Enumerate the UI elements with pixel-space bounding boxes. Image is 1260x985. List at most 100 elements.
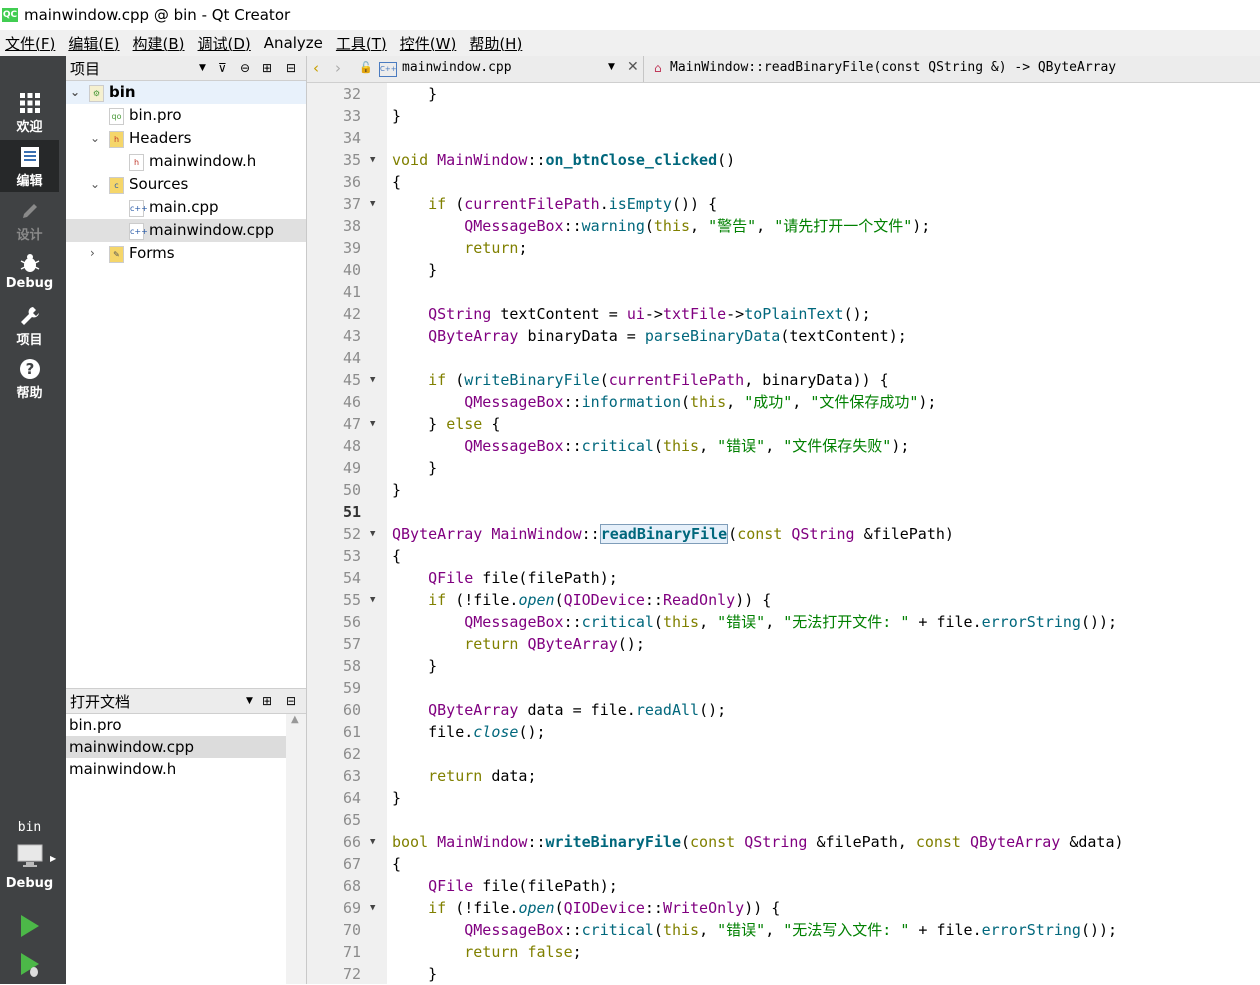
code-line[interactable]: QMessageBox::critical(this, "错误", "无法打开文… [387,611,1260,633]
projects-pane-header: 项目 ▼ ⊽ ⊖ ⊞ ⊟ [66,56,306,81]
fold-marker-icon[interactable]: ▼ [370,523,380,545]
tree-item[interactable]: c++ mainwindow.cpp [66,219,306,242]
code-line[interactable]: return QByteArray(); [387,633,1260,655]
fold-marker-icon[interactable]: ▼ [370,897,380,919]
tree-item[interactable]: h mainwindow.h [66,150,306,173]
file-dropdown-icon[interactable]: ▼ [608,62,615,72]
code-line[interactable]: } [387,963,1260,984]
code-line[interactable]: } [387,259,1260,281]
menu-edit[interactable]: 编辑(E) [63,33,127,54]
code-line[interactable]: return; [387,237,1260,259]
menu-widgets[interactable]: 控件(W) [395,33,465,54]
code-line[interactable]: } [387,479,1260,501]
open-docs-scrollbar[interactable]: ▲ [286,714,306,984]
tree-item[interactable]: c++ main.cpp [66,196,306,219]
code-line[interactable]: QMessageBox::warning(this, "警告", "请先打开一个… [387,215,1260,237]
code-line[interactable]: file.close(); [387,721,1260,743]
open-docs-split-icon[interactable]: ⊞ [262,694,272,708]
fold-marker-icon[interactable]: ▼ [370,369,380,391]
chevron-down-icon[interactable]: ⌄ [90,132,100,144]
tree-item[interactable]: qo bin.pro [66,104,306,127]
menu-tools[interactable]: 工具(T) [331,33,395,54]
link-icon[interactable]: ⊖ [240,61,250,75]
mode-debug[interactable]: Debug [0,246,59,298]
code-line[interactable] [387,809,1260,831]
code-line[interactable] [387,677,1260,699]
code-line[interactable]: QByteArray binaryData = parseBinaryData(… [387,325,1260,347]
open-document-item[interactable]: bin.pro [66,714,286,736]
code-line[interactable] [387,743,1260,765]
code-line[interactable]: QByteArray data = file.readAll(); [387,699,1260,721]
chevron-down-icon[interactable]: ⌄ [90,178,100,190]
code-line[interactable]: { [387,545,1260,567]
scroll-up-icon[interactable]: ▲ [291,714,299,725]
code-line[interactable]: QMessageBox::critical(this, "错误", "无法写入文… [387,919,1260,941]
code-line[interactable]: } [387,457,1260,479]
mode-help[interactable]: ? 帮助 [0,352,59,404]
fold-marker-icon[interactable]: ▼ [370,589,380,611]
code-line[interactable]: void MainWindow::on_btnClose_clicked() [387,149,1260,171]
code-line[interactable]: { [387,853,1260,875]
code-line[interactable]: QMessageBox::critical(this, "错误", "文件保存失… [387,435,1260,457]
code-line[interactable]: if (!file.open(QIODevice::WriteOnly)) { [387,897,1260,919]
mode-design[interactable]: 设计 [0,194,59,246]
open-document-item[interactable]: mainwindow.cpp [66,736,286,758]
mode-edit[interactable]: 编辑 [0,140,59,192]
menu-build[interactable]: 构建(B) [128,33,193,54]
mode-projects[interactable]: 项目 [0,299,59,351]
code-line[interactable]: } [387,787,1260,809]
menu-help[interactable]: 帮助(H) [464,33,530,54]
code-line[interactable]: if (currentFilePath.isEmpty()) { [387,193,1260,215]
code-line[interactable]: bool MainWindow::writeBinaryFile(const Q… [387,831,1260,853]
code-line[interactable]: QFile file(filePath); [387,567,1260,589]
close-pane-icon[interactable]: ⊟ [286,61,296,75]
open-docs-dropdown-icon[interactable]: ▼ [246,696,253,706]
menu-file[interactable]: 文件(F) [0,33,63,54]
code-line[interactable]: return false; [387,941,1260,963]
symbol-selector[interactable]: MainWindow::readBinaryFile(const QString… [670,60,1116,75]
debug-run-icon[interactable] [19,952,43,980]
fold-marker-icon[interactable]: ▼ [370,193,380,215]
code-line[interactable]: } [387,105,1260,127]
fold-marker-icon[interactable]: ▼ [370,831,380,853]
tree-item[interactable]: ⌄ c Sources [66,173,306,196]
filter-icon[interactable]: ⊽ [218,61,227,75]
tree-item[interactable]: › ✎ Forms [66,242,306,265]
tree-item[interactable]: ⌄ h Headers [66,127,306,150]
target-selector[interactable]: ▶ Debug [0,842,66,891]
split-icon[interactable]: ⊞ [262,61,272,75]
line-number: 47 [342,415,361,433]
back-arrow-icon[interactable]: ‹ [313,59,319,77]
code-line[interactable]: } [387,83,1260,105]
mode-welcome[interactable]: 欢迎 [0,86,59,138]
code-area[interactable]: }} void MainWindow::on_btnClose_clicked()… [387,83,1260,984]
code-line[interactable]: } [387,655,1260,677]
code-line[interactable]: } else { [387,413,1260,435]
code-line[interactable]: QByteArray MainWindow::readBinaryFile(co… [387,523,1260,545]
fold-marker-icon[interactable]: ▼ [370,149,380,171]
code-line[interactable] [387,281,1260,303]
code-line[interactable] [387,501,1260,523]
open-document-item[interactable]: mainwindow.h [66,758,286,780]
code-line[interactable]: { [387,171,1260,193]
menu-debug[interactable]: 调试(D) [193,33,259,54]
code-line[interactable]: QMessageBox::information(this, "成功", "文件… [387,391,1260,413]
fold-marker-icon[interactable]: ▼ [370,413,380,435]
menu-analyze[interactable]: Analyze [259,34,331,52]
file-selector[interactable]: mainwindow.cpp [402,60,512,75]
chevron-right-icon[interactable]: › [90,247,100,259]
open-docs-close-icon[interactable]: ⊟ [286,694,296,708]
code-line[interactable]: if (writeBinaryFile(currentFilePath, bin… [387,369,1260,391]
run-icon[interactable] [19,914,41,938]
code-line[interactable] [387,347,1260,369]
code-line[interactable] [387,127,1260,149]
code-line[interactable]: if (!file.open(QIODevice::ReadOnly)) { [387,589,1260,611]
view-dropdown-icon[interactable]: ▼ [199,63,206,73]
code-line[interactable]: return data; [387,765,1260,787]
tree-item[interactable]: ⌄ ⚙ bin [66,81,306,104]
close-file-icon[interactable]: ✕ [627,59,639,75]
code-line[interactable]: QString textContent = ui->txtFile->toPla… [387,303,1260,325]
chevron-down-icon[interactable]: ⌄ [70,86,80,98]
code-line[interactable]: QFile file(filePath); [387,875,1260,897]
forward-arrow-icon[interactable]: › [335,59,341,77]
